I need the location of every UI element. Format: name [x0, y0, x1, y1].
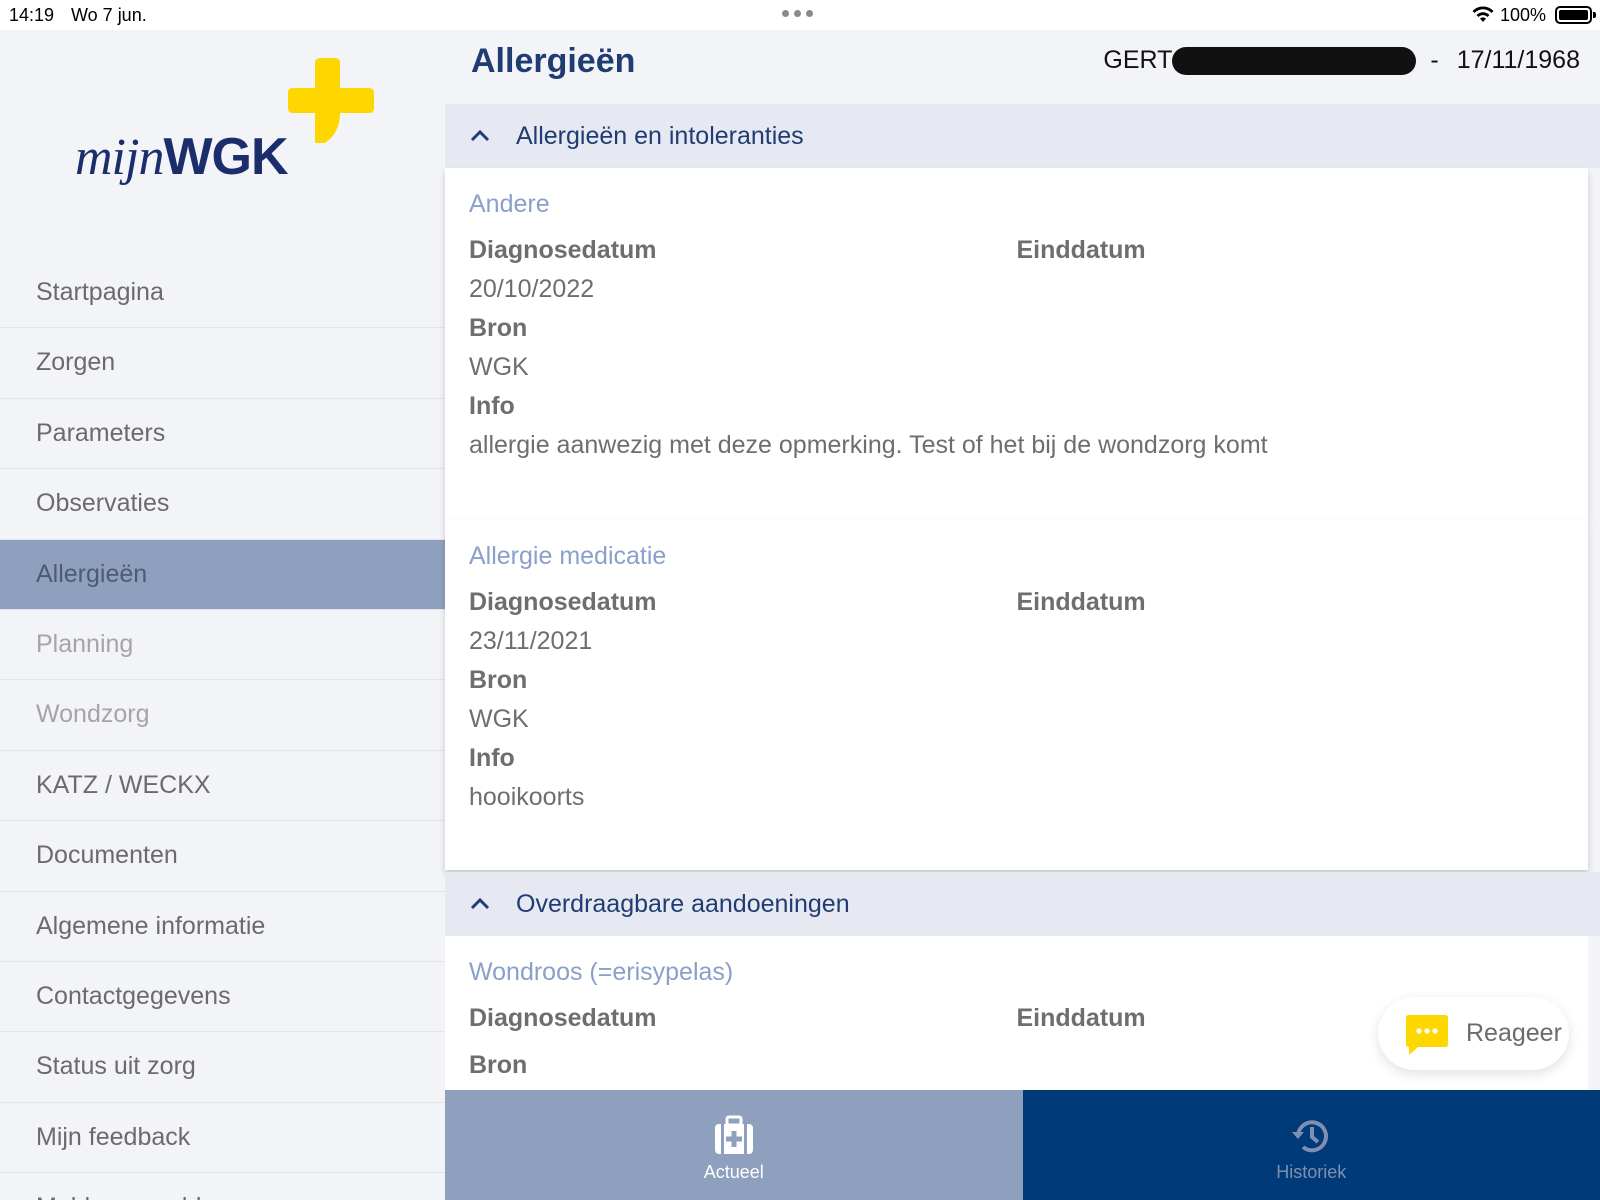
source-value: WGK — [469, 705, 529, 733]
section-header-transmissible[interactable]: Overdraagbare aandoeningen — [445, 872, 1600, 936]
history-icon — [1292, 1119, 1329, 1152]
card-title: Wondroos (=erisypelas) — [469, 958, 734, 986]
end-date-label: Einddatum — [1016, 588, 1146, 616]
mijnwgk-logo[interactable]: mijnWGK — [75, 55, 385, 215]
sidebar-nav: Startpagina Zorgen Parameters Observaties Al… — [0, 258, 445, 1200]
sidebar-item[interactable]: Wondzorg — [0, 680, 445, 751]
more-dots-icon[interactable] — [782, 10, 813, 17]
sidebar-item[interactable]: Contactgegevens — [0, 962, 445, 1033]
card-title: Andere — [469, 190, 550, 218]
logo-cross-icon — [288, 58, 374, 143]
chevron-up-icon — [470, 129, 490, 142]
sidebar-item[interactable]: Planning — [0, 610, 445, 681]
patient-info: GERT - 17/11/1968 — [1103, 46, 1580, 75]
reageer-button[interactable]: Reageer — [1378, 997, 1569, 1070]
source-value: WGK — [469, 353, 529, 381]
sidebar-item[interactable]: KATZ / WECKX — [0, 751, 445, 822]
sidebar: mijnWGK Startpagina Zorgen Parameters Obser… — [0, 30, 445, 1200]
allergy-card: Allergie medicatie Diagnosedatum 23/11/2… — [445, 520, 1588, 870]
reageer-label: Reageer — [1466, 1019, 1562, 1047]
tab-actueel[interactable]: Actueel — [445, 1090, 1023, 1200]
section-title: Overdraagbare aandoeningen — [516, 889, 850, 918]
info-value: hooikoorts — [469, 783, 585, 811]
battery-percentage: 100% — [1500, 5, 1547, 25]
sidebar-item[interactable]: Mijn feedback — [0, 1103, 445, 1174]
top-bar: Allergieën GERT - 17/11/1968 — [445, 30, 1600, 104]
tab-historiek[interactable]: Historiek — [1022, 1090, 1600, 1200]
end-date-label: Einddatum — [1016, 236, 1146, 264]
section-header-allergies[interactable]: Allergieën en intoleranties — [445, 104, 1600, 168]
diagnose-date-value: 23/11/2021 — [469, 627, 593, 655]
sidebar-item[interactable]: Meld een probleem — [0, 1173, 445, 1200]
info-label: Info — [469, 392, 515, 420]
diagnose-date-label: Diagnosedatum — [469, 588, 657, 616]
chevron-up-icon — [470, 897, 490, 910]
diagnose-date-label: Diagnosedatum — [469, 1004, 657, 1032]
sidebar-item[interactable]: Zorgen — [0, 328, 445, 399]
section-title: Allergieën en intoleranties — [516, 121, 804, 150]
status-date: Wo 7 jun. — [71, 5, 147, 25]
status-time: 14:19 — [9, 5, 55, 25]
sidebar-item[interactable]: Startpagina — [0, 258, 445, 329]
medical-kit-icon — [714, 1115, 753, 1154]
page-title: Allergieën — [471, 42, 636, 80]
card-title: Allergie medicatie — [469, 542, 667, 570]
info-value: allergie aanwezig met deze opmerking. Te… — [469, 431, 1268, 459]
diagnose-date-label: Diagnosedatum — [469, 236, 657, 264]
sidebar-item[interactable]: Status uit zorg — [0, 1032, 445, 1103]
battery-icon — [1555, 6, 1596, 24]
sidebar-item[interactable]: Algemene informatie — [0, 892, 445, 962]
patient-name: GERT — [1103, 46, 1173, 74]
wifi-icon — [1472, 6, 1494, 22]
sidebar-item[interactable]: Parameters — [0, 399, 445, 470]
status-bar: 14:19 Wo 7 jun. 100% — [0, 0, 1600, 30]
logo-wordmark: mijnWGK — [75, 128, 289, 186]
allergy-card: Andere Diagnosedatum 20/10/2022 Einddatu… — [445, 168, 1588, 520]
sidebar-item[interactable]: Documenten — [0, 821, 445, 892]
tab-label: Actueel — [703, 1161, 764, 1182]
diagnose-date-value: 20/10/2022 — [469, 275, 595, 303]
bottom-tab-bar: Actueel Historiek — [445, 1090, 1600, 1200]
patient-separator: - — [1430, 46, 1439, 74]
sidebar-item[interactable]: Allergieën — [0, 539, 445, 610]
source-label: Bron — [469, 666, 528, 694]
tab-label: Historiek — [1276, 1161, 1347, 1182]
source-label: Bron — [469, 314, 528, 342]
redaction-bar — [1172, 46, 1417, 75]
sidebar-item[interactable]: Observaties — [0, 469, 445, 540]
chat-bubble-icon — [1406, 1014, 1448, 1055]
patient-birthdate: 17/11/1968 — [1456, 46, 1580, 74]
info-label: Info — [469, 744, 515, 772]
